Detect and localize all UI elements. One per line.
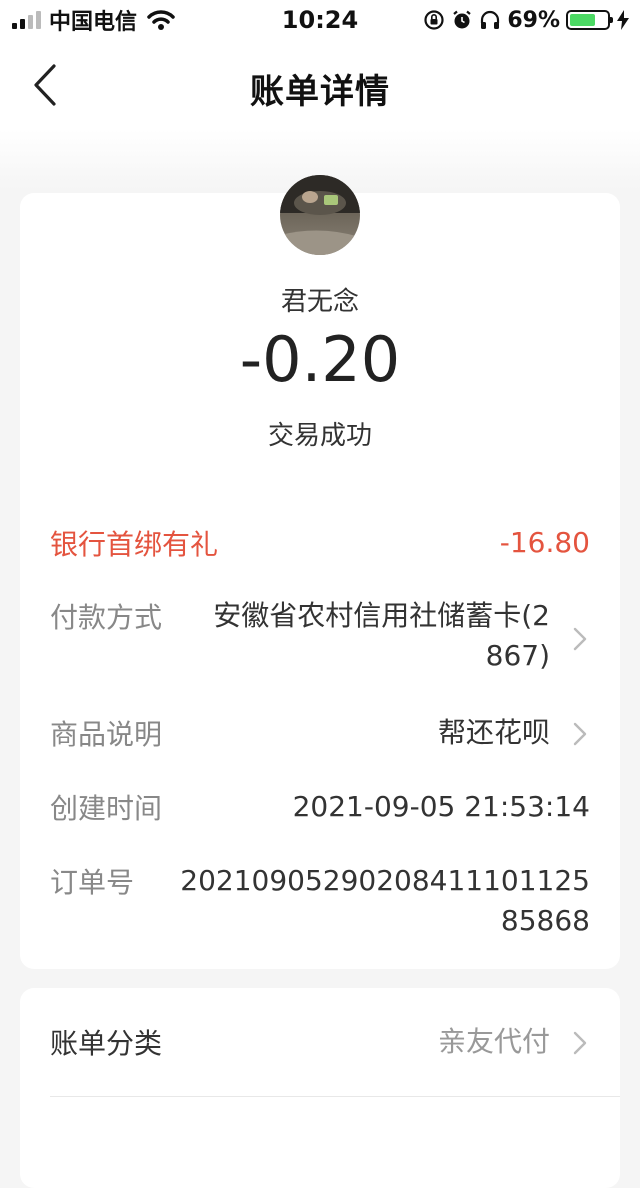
payment-method-row[interactable]: 付款方式 安徽省农村信用社储蓄卡(2 867) xyxy=(50,596,590,680)
created-time-row: 创建时间 2021-09-05 21:53:14 xyxy=(50,787,590,827)
status-bar: 中国电信 10:24 69% xyxy=(0,0,640,40)
rotation-lock-icon xyxy=(424,10,444,30)
order-number-value: 20210905290208411101125 85868 xyxy=(180,861,590,941)
payment-method-label: 付款方式 xyxy=(50,601,163,634)
payee-avatar[interactable] xyxy=(280,175,360,255)
product-label: 商品说明 xyxy=(50,718,163,751)
created-time-label: 创建时间 xyxy=(50,792,163,825)
promo-row: 银行首绑有礼 -16.80 xyxy=(50,523,590,563)
promo-value: -16.80 xyxy=(499,526,590,559)
transaction-status: 交易成功 xyxy=(267,421,372,451)
category-card: 账单分类 亲友代付 xyxy=(20,988,620,1188)
avatar-photo xyxy=(280,175,360,255)
alarm-icon xyxy=(453,10,472,29)
chevron-right-icon xyxy=(573,1031,587,1055)
transaction-amount: -0.20 xyxy=(239,323,401,396)
payment-method-value-line2: 867) xyxy=(485,639,550,672)
bill-category-value: 亲友代付 xyxy=(437,1025,550,1058)
row-divider xyxy=(50,1096,620,1097)
battery-level xyxy=(570,14,595,26)
created-time-value: 2021-09-05 21:53:14 xyxy=(292,790,590,823)
order-number-value-line2: 85868 xyxy=(500,904,590,937)
chevron-right-icon xyxy=(573,722,587,746)
transaction-card: 君无念 -0.20 交易成功 银行首绑有礼 -16.80 付款方式 安徽省农村信… xyxy=(20,175,620,969)
payment-method-value: 安徽省农村信用社储蓄卡(2 867) xyxy=(213,596,550,676)
promo-label: 银行首绑有礼 xyxy=(50,528,219,561)
payee-name: 君无念 xyxy=(280,287,359,317)
order-number-row: 订单号 20210905290208411101125 85868 xyxy=(50,861,590,945)
bill-category-label: 账单分类 xyxy=(50,1027,163,1060)
product-row[interactable]: 商品说明 帮还花呗 xyxy=(50,713,590,753)
battery-percent: 69% xyxy=(507,7,560,33)
page-title: 账单详情 xyxy=(250,72,390,112)
order-number-label: 订单号 xyxy=(50,866,135,899)
battery-icon xyxy=(566,10,613,30)
status-right: 69% xyxy=(423,7,630,33)
product-value: 帮还花呗 xyxy=(437,716,550,749)
charging-bolt-icon xyxy=(617,10,629,30)
order-number-value-line1: 20210905290208411101125 xyxy=(180,864,590,897)
headphones-icon xyxy=(481,10,500,29)
nav-bar: 账单详情 xyxy=(0,40,640,130)
payment-method-value-line1: 安徽省农村信用社储蓄卡(2 xyxy=(213,599,550,632)
chevron-right-icon xyxy=(573,627,587,651)
bill-category-row[interactable]: 账单分类 亲友代付 xyxy=(50,1022,590,1062)
